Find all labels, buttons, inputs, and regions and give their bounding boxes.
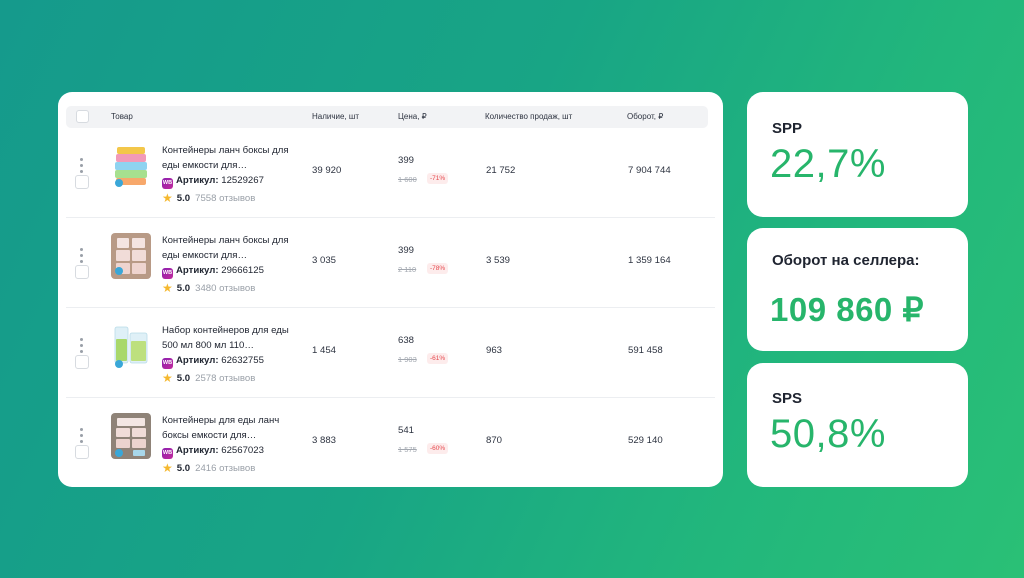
rating-value: 5.0 <box>176 463 191 474</box>
products-table-card: Товар Наличие, шт Цена, ₽ Количество про… <box>58 92 723 487</box>
product-thumbnail[interactable] <box>111 143 151 189</box>
drag-handle-icon[interactable] <box>80 248 84 266</box>
stat-value: 109 860 ₽ <box>770 291 924 328</box>
stat-card-spp: SPP 22,7% <box>747 92 968 217</box>
wildberries-badge-icon: WB <box>162 358 173 369</box>
rating-value: 5.0 <box>176 193 191 204</box>
stock-value: 1 454 <box>312 345 337 356</box>
product-rating: ★ 5.0 7558 отзывов <box>162 191 255 205</box>
price-value: 638 <box>398 335 415 346</box>
old-price: 2 110 <box>398 265 417 274</box>
row-checkbox[interactable] <box>75 265 89 279</box>
discount-badge: -78% <box>427 263 449 274</box>
product-rating: ★ 5.0 2416 отзывов <box>162 461 255 475</box>
product-rating: ★ 5.0 2578 отзывов <box>162 371 255 385</box>
product-name[interactable]: Контейнеры ланч боксы для еды емкости дл… <box>162 143 297 173</box>
old-price: 1 600 <box>398 175 417 184</box>
reviews-count: 2578 отзывов <box>195 373 256 384</box>
stat-label: Оборот на селлера: <box>772 252 920 269</box>
sales-value: 963 <box>486 345 503 356</box>
stock-value: 3 883 <box>312 435 337 446</box>
price-value: 399 <box>398 155 415 166</box>
row-divider <box>66 397 715 398</box>
table-row[interactable]: Набор контейнеров для еды 500 мл 800 мл … <box>58 309 723 399</box>
discount-badge: -61% <box>427 353 449 364</box>
header-price[interactable]: Цена, ₽ <box>398 106 427 128</box>
sku-value: 12529267 <box>221 175 264 186</box>
sku-label: Артикул: <box>176 355 219 366</box>
revenue-value: 529 140 <box>628 435 663 446</box>
table-header: Товар Наличие, шт Цена, ₽ Количество про… <box>66 106 708 128</box>
star-icon: ★ <box>162 461 173 475</box>
drag-handle-icon[interactable] <box>80 338 84 356</box>
sku-value: 62632755 <box>221 355 264 366</box>
table-row[interactable]: Контейнеры ланч боксы для еды емкости дл… <box>58 129 723 219</box>
star-icon: ★ <box>162 281 173 295</box>
product-name[interactable]: Набор контейнеров для еды 500 мл 800 мл … <box>162 323 297 353</box>
product-sku: WB Артикул: 12529267 <box>162 175 264 189</box>
product-thumbnail[interactable] <box>111 323 151 369</box>
star-icon: ★ <box>162 191 173 205</box>
stat-card-seller-revenue: Оборот на селлера: 109 860 ₽ <box>747 228 968 351</box>
product-sku: WB Артикул: 62632755 <box>162 355 264 369</box>
stat-label: SPP <box>772 120 803 137</box>
reviews-count: 2416 отзывов <box>195 463 256 474</box>
stat-value: 22,7% <box>770 142 886 186</box>
product-sku: WB Артикул: 62567023 <box>162 445 264 459</box>
sku-label: Артикул: <box>176 175 219 186</box>
drag-handle-icon[interactable] <box>80 428 84 446</box>
header-stock[interactable]: Наличие, шт <box>312 106 359 128</box>
revenue-value: 591 458 <box>628 345 663 356</box>
revenue-value: 7 904 744 <box>628 165 671 176</box>
sales-value: 870 <box>486 435 503 446</box>
discount-badge: -71% <box>427 173 449 184</box>
row-checkbox[interactable] <box>75 445 89 459</box>
stock-value: 3 035 <box>312 255 337 266</box>
star-icon: ★ <box>162 371 173 385</box>
sales-value: 21 752 <box>486 165 516 176</box>
product-sku: WB Артикул: 29666125 <box>162 265 264 279</box>
price-value: 399 <box>398 245 415 256</box>
sku-value: 29666125 <box>221 265 264 276</box>
row-checkbox[interactable] <box>75 355 89 369</box>
old-price: 1 903 <box>398 355 417 364</box>
row-divider <box>66 217 715 218</box>
table-row[interactable]: Контейнеры ланч боксы для еды емкости дл… <box>58 219 723 309</box>
price-value: 541 <box>398 425 415 436</box>
rating-value: 5.0 <box>176 373 191 384</box>
product-name[interactable]: Контейнеры ланч боксы для еды емкости дл… <box>162 233 297 263</box>
sku-value: 62567023 <box>221 445 264 456</box>
reviews-count: 3480 отзывов <box>195 283 256 294</box>
sales-value: 3 539 <box>486 255 511 266</box>
sku-label: Артикул: <box>176 445 219 456</box>
stat-card-sps: SPS 50,8% <box>747 363 968 487</box>
product-rating: ★ 5.0 3480 отзывов <box>162 281 255 295</box>
reviews-count: 7558 отзывов <box>195 193 256 204</box>
wildberries-badge-icon: WB <box>162 268 173 279</box>
revenue-value: 1 359 164 <box>628 255 671 266</box>
product-thumbnail[interactable] <box>111 233 151 279</box>
row-divider <box>66 307 715 308</box>
product-name[interactable]: Контейнеры для еды ланч боксы емкости дл… <box>162 413 297 443</box>
header-sales[interactable]: Количество продаж, шт <box>485 106 572 128</box>
wildberries-badge-icon: WB <box>162 178 173 189</box>
product-thumbnail[interactable] <box>111 413 151 459</box>
stock-value: 39 920 <box>312 165 342 176</box>
stat-value: 50,8% <box>770 412 886 456</box>
wildberries-badge-icon: WB <box>162 448 173 459</box>
rating-value: 5.0 <box>176 283 191 294</box>
drag-handle-icon[interactable] <box>80 158 84 176</box>
discount-badge: -60% <box>427 443 449 454</box>
header-product[interactable]: Товар <box>111 106 133 128</box>
row-checkbox[interactable] <box>75 175 89 189</box>
sku-label: Артикул: <box>176 265 219 276</box>
old-price: 1 575 <box>398 445 417 454</box>
stat-label: SPS <box>772 390 803 407</box>
select-all-checkbox[interactable] <box>76 110 89 123</box>
table-row[interactable]: Контейнеры для еды ланч боксы емкости дл… <box>58 399 723 487</box>
header-revenue[interactable]: Оборот, ₽ <box>627 106 663 128</box>
